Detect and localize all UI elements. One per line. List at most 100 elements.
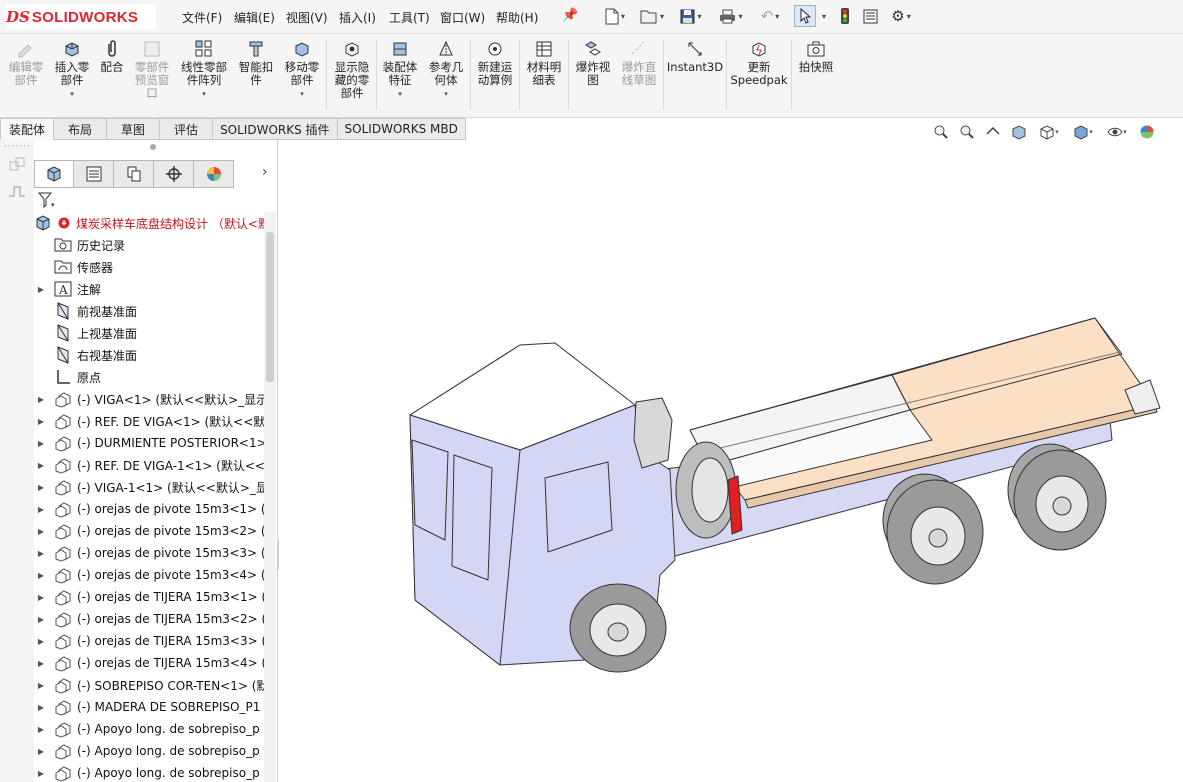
update-speedpak-button[interactable]: 更新 Speedpak	[729, 38, 789, 87]
tree-item[interactable]: ▶ (-) orejas de TIJERA 15m3<2> (	[36, 608, 264, 630]
expand-arrow-icon[interactable]: ▶	[36, 505, 46, 514]
view-orientation-button[interactable]: ▾	[1034, 122, 1064, 142]
menu-help[interactable]: 帮助(H)	[496, 9, 538, 26]
tab-evaluate[interactable]: 评估	[160, 118, 214, 140]
expand-arrow-icon[interactable]: ▶	[36, 417, 46, 426]
bom-button[interactable]: 材料明 细表	[522, 38, 566, 87]
tree-item[interactable]: 右视基准面	[36, 344, 137, 366]
file-properties-button[interactable]	[860, 5, 880, 27]
component-preview-button[interactable]: 零部件 预览窗 口	[130, 38, 174, 100]
select-button[interactable]	[794, 5, 816, 27]
move-component-button[interactable]: 移动零 部件 ▾	[280, 38, 324, 101]
smart-fasteners-button[interactable]: 智能扣 件	[234, 38, 278, 87]
previous-view-button[interactable]	[982, 122, 1004, 142]
tree-item[interactable]: 原点	[36, 366, 101, 388]
new-document-button[interactable]: ▾	[600, 5, 630, 27]
assembly-features-button[interactable]: 装配体 特征 ▾	[378, 38, 422, 101]
tree-item[interactable]: ▶ (-) REF. DE VIGA<1> (默认<<默	[36, 410, 264, 432]
insert-component-button[interactable]: 插入零 部件 ▾	[50, 38, 94, 101]
tree-item[interactable]: ▶ (-) orejas de pivote 15m3<3> (	[36, 542, 264, 564]
tree-item[interactable]: ▶ (-) MADERA DE SOBREPISO_P1	[36, 696, 260, 718]
tree-item[interactable]: ▶ (-) VIGA<1> (默认<<默认>_显示	[36, 388, 264, 410]
tree-item[interactable]: ▶ (-) REF. DE VIGA-1<1> (默认<<	[36, 454, 264, 476]
undo-button[interactable]: ↶ ▾	[755, 5, 785, 27]
zoom-to-fit-button[interactable]	[930, 122, 952, 142]
show-hidden-button[interactable]: 显示隐 藏的零 部件	[330, 38, 374, 100]
new-motion-study-button[interactable]: 新建运 动算例	[473, 38, 517, 87]
tree-item[interactable]: 传感器	[36, 256, 113, 278]
options-button[interactable]: ⚙ ▾	[886, 5, 916, 27]
save-button[interactable]: ▾	[676, 5, 706, 27]
print-button[interactable]: ▾	[716, 5, 746, 27]
display-style-button[interactable]: ▾	[1068, 122, 1098, 142]
rebuild-button[interactable]	[836, 5, 854, 27]
menu-edit[interactable]: 编辑(E)	[234, 9, 275, 26]
tab-assembly[interactable]: 装配体	[0, 118, 55, 140]
tab-sketch[interactable]: 草图	[107, 118, 161, 140]
expand-arrow-icon[interactable]: ▶	[36, 637, 46, 646]
filter-icon[interactable]: ▾	[37, 192, 56, 212]
hide-show-items-button[interactable]: ▾	[1102, 122, 1132, 142]
expand-arrow-icon[interactable]: ▶	[36, 703, 46, 712]
tree-item[interactable]: ▶ (-) Apoyo long. de sobrepiso_p	[36, 762, 260, 782]
mate-button[interactable]: 配合	[96, 38, 128, 74]
expand-arrow-icon[interactable]: ▶	[36, 615, 46, 624]
instant3d-button[interactable]: Instant3D	[666, 38, 724, 74]
menu-insert[interactable]: 插入(I)	[339, 9, 376, 26]
menu-file[interactable]: 文件(F)	[182, 9, 222, 26]
tree-item[interactable]: ▶ (-) Apoyo long. de sobrepiso_p	[36, 740, 260, 762]
tree-item[interactable]: ▶ (-) VIGA-1<1> (默认<<默认>_显	[36, 476, 264, 498]
select-dropdown[interactable]: ▾	[818, 5, 828, 27]
pin-icon[interactable]: 📌	[562, 8, 578, 23]
zoom-to-area-button[interactable]	[956, 122, 978, 142]
expand-arrow-icon[interactable]: ▶	[36, 593, 46, 602]
tree-item[interactable]: 前视基准面	[36, 300, 137, 322]
tab-solidworks-mbd[interactable]: SOLIDWORKS MBD	[337, 118, 466, 140]
menu-view[interactable]: 视图(V)	[286, 9, 328, 26]
solidworks-logo[interactable]: DS SOLIDWORKS	[6, 4, 156, 30]
expand-arrow-icon[interactable]: ▶	[36, 769, 46, 778]
tab-solidworks-addins[interactable]: SOLIDWORKS 插件	[213, 118, 338, 140]
section-view-button[interactable]	[1008, 122, 1030, 142]
expand-arrow-icon[interactable]: ▶	[36, 571, 46, 580]
tab-propertymanager[interactable]	[74, 160, 114, 188]
tree-item[interactable]: 上视基准面	[36, 322, 137, 344]
expand-arrow-icon[interactable]: ▶	[36, 681, 46, 690]
tree-item[interactable]: ▶ (-) orejas de TIJERA 15m3<3> (	[36, 630, 264, 652]
tree-item[interactable]: ▶ (-) SOBREPISO COR-TEN<1> (默	[36, 674, 264, 696]
expand-arrow-icon[interactable]: ▶	[36, 461, 46, 470]
appearance-button[interactable]	[1136, 122, 1158, 142]
expand-arrow-icon[interactable]: ▶	[36, 439, 46, 448]
graphics-viewport[interactable]	[279, 142, 1183, 782]
expand-arrow-icon[interactable]: ▶	[36, 483, 46, 492]
truck-model[interactable]	[279, 142, 1183, 782]
expand-arrow-icon[interactable]: ▶	[36, 725, 46, 734]
tree-item[interactable]: ▶ (-) DURMIENTE POSTERIOR<1>	[36, 432, 264, 454]
tree-item[interactable]: ▶ (-) orejas de pivote 15m3<1> (	[36, 498, 264, 520]
tree-item[interactable]: 历史记录	[36, 234, 125, 256]
snapshot-button[interactable]: 拍快照	[794, 38, 838, 74]
open-button[interactable]: ▾	[637, 5, 667, 27]
tree-item[interactable]: ▶ (-) orejas de TIJERA 15m3<4> (	[36, 652, 264, 674]
linear-pattern-button[interactable]: 线性零部 件阵列 ▾	[176, 38, 232, 101]
panel-collapse-dot[interactable]	[150, 144, 156, 150]
tree-item[interactable]: ▶ (-) orejas de pivote 15m3<2> (	[36, 520, 264, 542]
tab-layout[interactable]: 布局	[54, 118, 108, 140]
expand-arrow-icon[interactable]: ▶	[36, 527, 46, 536]
explode-line-sketch-button[interactable]: 爆炸直 线草图	[617, 38, 661, 87]
expand-arrow-icon[interactable]: ▶	[36, 285, 46, 294]
expand-arrow-icon[interactable]: ▶	[36, 747, 46, 756]
tree-item[interactable]: ▶ A 注解	[36, 278, 101, 300]
reference-geometry-button[interactable]: 参考几 何体 ▾	[424, 38, 468, 101]
menu-window[interactable]: 窗口(W)	[440, 9, 485, 26]
tree-item[interactable]: ▶ (-) Apoyo long. de sobrepiso_p	[36, 718, 260, 740]
edit-component-button[interactable]: 编辑零 部件	[4, 38, 48, 87]
expand-arrow-icon[interactable]: ▶	[36, 549, 46, 558]
expand-arrow-icon[interactable]: ▶	[36, 395, 46, 404]
tree-item[interactable]: ▶ (-) orejas de pivote 15m3<4> (	[36, 564, 264, 586]
tab-configurationmanager[interactable]	[114, 160, 154, 188]
exploded-view-button[interactable]: 爆炸视 图	[571, 38, 615, 87]
tab-featuremanager[interactable]	[34, 160, 74, 188]
menu-tools[interactable]: 工具(T)	[389, 9, 430, 26]
tree-root-assembly[interactable]: 煤炭采样车底盘结构设计 （默认<默	[34, 212, 264, 234]
